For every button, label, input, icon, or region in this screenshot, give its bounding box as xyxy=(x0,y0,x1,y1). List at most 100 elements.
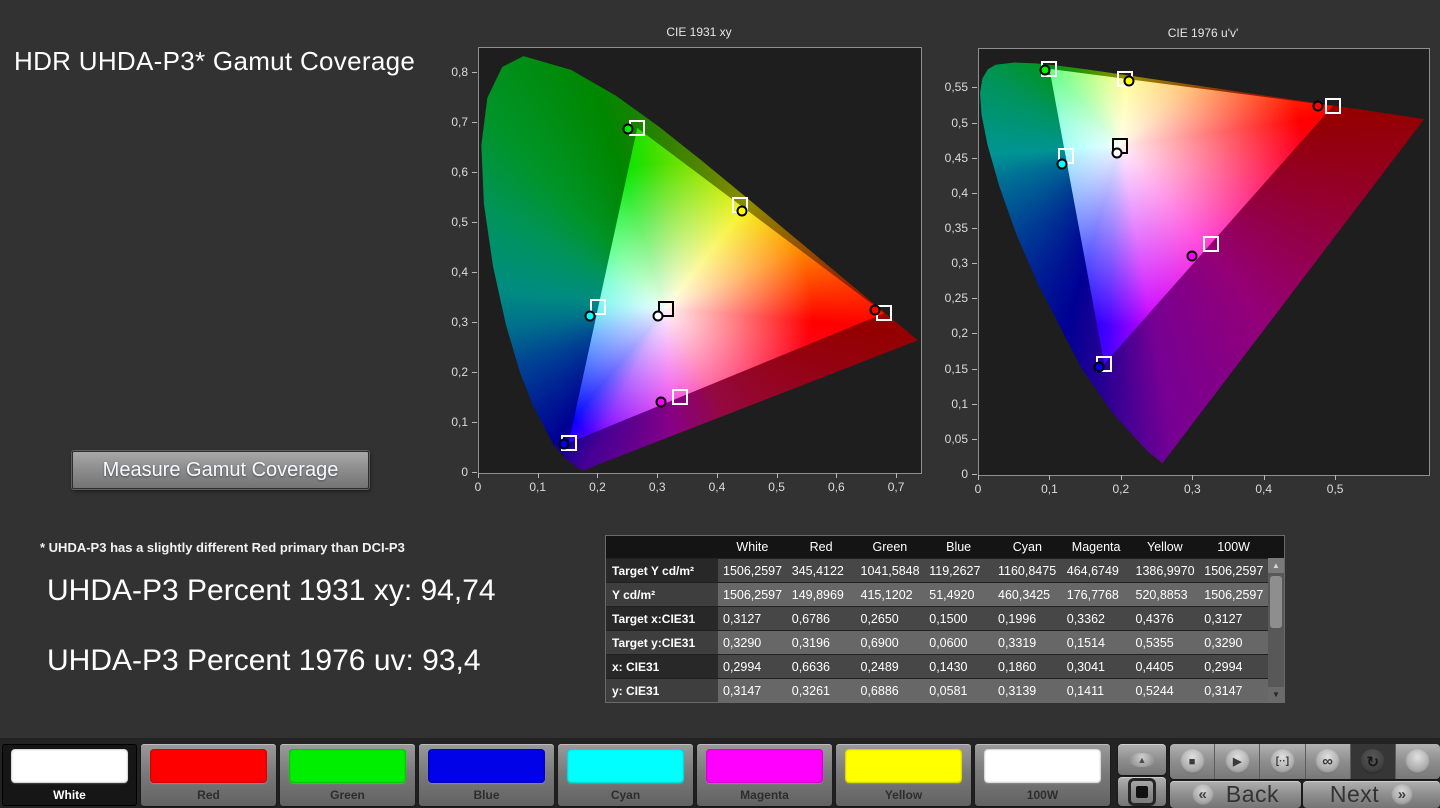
value-cell: 0,3127 xyxy=(718,607,787,630)
scroll-thumb[interactable] xyxy=(1270,576,1282,628)
patch-tile-blue[interactable]: Blue xyxy=(419,744,554,806)
next-button[interactable]: Next » xyxy=(1303,781,1440,808)
patch-tile-magenta[interactable]: Magenta xyxy=(697,744,832,806)
table-row: Target y:CIE310,32900,31960,69000,06000,… xyxy=(606,630,1284,654)
value-cell: 0,6900 xyxy=(856,631,925,654)
value-cell: 1506,2597 xyxy=(718,559,787,582)
y-tick-label: 0,4 xyxy=(422,265,468,279)
x-tick xyxy=(717,473,718,478)
measured-marker-magenta xyxy=(1186,251,1197,262)
value-cell: 0,1514 xyxy=(1062,631,1131,654)
patch-label: Yellow xyxy=(836,788,971,802)
y-tick xyxy=(972,158,977,159)
x-tick xyxy=(777,473,778,478)
y-tick xyxy=(972,123,977,124)
measure-gamut-coverage-button[interactable]: Measure Gamut Coverage xyxy=(72,451,369,489)
value-cell: 0,2994 xyxy=(718,655,787,678)
y-tick-label: 0 xyxy=(422,465,468,479)
y-tick-label: 0,2 xyxy=(422,365,468,379)
value-cell: 0,0581 xyxy=(924,679,993,702)
patch-label: White xyxy=(2,788,137,802)
patch-tile-yellow[interactable]: Yellow xyxy=(836,744,971,806)
patch-tile-green[interactable]: Green xyxy=(280,744,415,806)
y-tick xyxy=(472,472,477,473)
scroll-down-button[interactable]: ▼ xyxy=(1268,687,1284,702)
value-cell: 119,2627 xyxy=(924,559,993,582)
refresh-button[interactable]: ↻ xyxy=(1351,744,1396,779)
y-tick xyxy=(972,439,977,440)
y-tick-label: 0,6 xyxy=(422,165,468,179)
value-cell: 0,3147 xyxy=(1199,679,1268,702)
patch-swatch xyxy=(706,749,823,783)
value-cell: 0,6886 xyxy=(856,679,925,702)
x-tick xyxy=(1264,475,1265,480)
value-cell: 0,5244 xyxy=(1131,679,1200,702)
table-corner-cell xyxy=(606,536,718,558)
collapse-button[interactable]: ▲ xyxy=(1118,744,1166,775)
patch-swatch xyxy=(428,749,545,783)
y-tick-label: 0,5 xyxy=(422,215,468,229)
value-cell: 0,1996 xyxy=(993,607,1062,630)
patch-tile-white[interactable]: White xyxy=(2,744,137,806)
continuous-button[interactable]: ∞ xyxy=(1306,744,1351,779)
x-tick xyxy=(1192,475,1193,480)
table-scrollbar[interactable]: ▲▼ xyxy=(1268,558,1284,702)
step-button[interactable]: [··] xyxy=(1260,744,1305,779)
y-tick-label: 0,7 xyxy=(422,115,468,129)
back-button[interactable]: « Back xyxy=(1170,781,1301,808)
x-tick-label: 0,5 xyxy=(755,480,799,494)
record-button[interactable] xyxy=(1396,744,1440,779)
value-cell: 0,0600 xyxy=(924,631,993,654)
patch-tile-100w[interactable]: 100W xyxy=(975,744,1110,806)
patch-tile-cyan[interactable]: Cyan xyxy=(558,744,693,806)
scroll-up-button[interactable]: ▲ xyxy=(1268,558,1284,573)
value-cell: 460,3425 xyxy=(993,583,1062,606)
measured-marker-cyan xyxy=(1057,159,1068,170)
x-tick xyxy=(1121,475,1122,480)
bottom-bar: White RedGreenBlue Cyan Magenta Yellow 100W ▲… xyxy=(0,738,1440,808)
x-tick xyxy=(836,473,837,478)
patch-label: Cyan xyxy=(558,788,693,802)
x-tick-label: 0,6 xyxy=(814,480,858,494)
stop-button[interactable]: ■ xyxy=(1170,744,1215,779)
table-header-cell: Yellow xyxy=(1131,536,1200,558)
y-tick-label: 0,3 xyxy=(422,315,468,329)
play-button[interactable]: ▶ xyxy=(1215,744,1260,779)
y-tick-label: 0,35 xyxy=(922,221,968,235)
patch-window-button[interactable] xyxy=(1118,777,1166,806)
value-cell: 0,3319 xyxy=(993,631,1062,654)
y-tick-label: 0,25 xyxy=(922,291,968,305)
chart-cie1931-xy: CIE 1931 xy00,10,20,30,40,50,60,700,10,2… xyxy=(414,21,944,504)
measured-marker-magenta xyxy=(655,397,666,408)
value-cell: 0,4405 xyxy=(1131,655,1200,678)
chart-title: CIE 1976 u'v' xyxy=(978,26,1428,40)
value-cell: 0,3147 xyxy=(718,679,787,702)
patch-window-square-icon xyxy=(1128,778,1156,806)
target-marker-red xyxy=(1325,98,1341,114)
results-table: WhiteRedGreenBlueCyanMagentaYellow100WTa… xyxy=(606,536,1284,702)
value-cell: 520,8853 xyxy=(1131,583,1200,606)
value-cell: 176,7768 xyxy=(1062,583,1131,606)
patch-swatch xyxy=(289,749,406,783)
patch-tile-red[interactable]: Red xyxy=(141,744,276,806)
refresh-icon: ↻ xyxy=(1360,749,1385,774)
table-header-cell: 100W xyxy=(1199,536,1268,558)
table-header-cell: Green xyxy=(856,536,925,558)
value-cell: 0,3196 xyxy=(787,631,856,654)
y-tick xyxy=(472,372,477,373)
value-cell: 149,8969 xyxy=(787,583,856,606)
result-1931-xy: UHDA-P3 Percent 1931 xy: 94,74 xyxy=(47,574,496,608)
value-cell: 0,1411 xyxy=(1062,679,1131,702)
y-tick xyxy=(472,122,477,123)
plot-area xyxy=(978,48,1430,476)
y-tick xyxy=(972,263,977,264)
y-tick xyxy=(972,333,977,334)
x-tick-label: 0 xyxy=(956,482,1000,496)
y-tick xyxy=(472,422,477,423)
y-tick xyxy=(472,172,477,173)
x-tick xyxy=(538,473,539,478)
table-header-cell: Cyan xyxy=(993,536,1062,558)
value-cell: 0,3290 xyxy=(718,631,787,654)
y-tick xyxy=(972,298,977,299)
y-tick xyxy=(472,72,477,73)
